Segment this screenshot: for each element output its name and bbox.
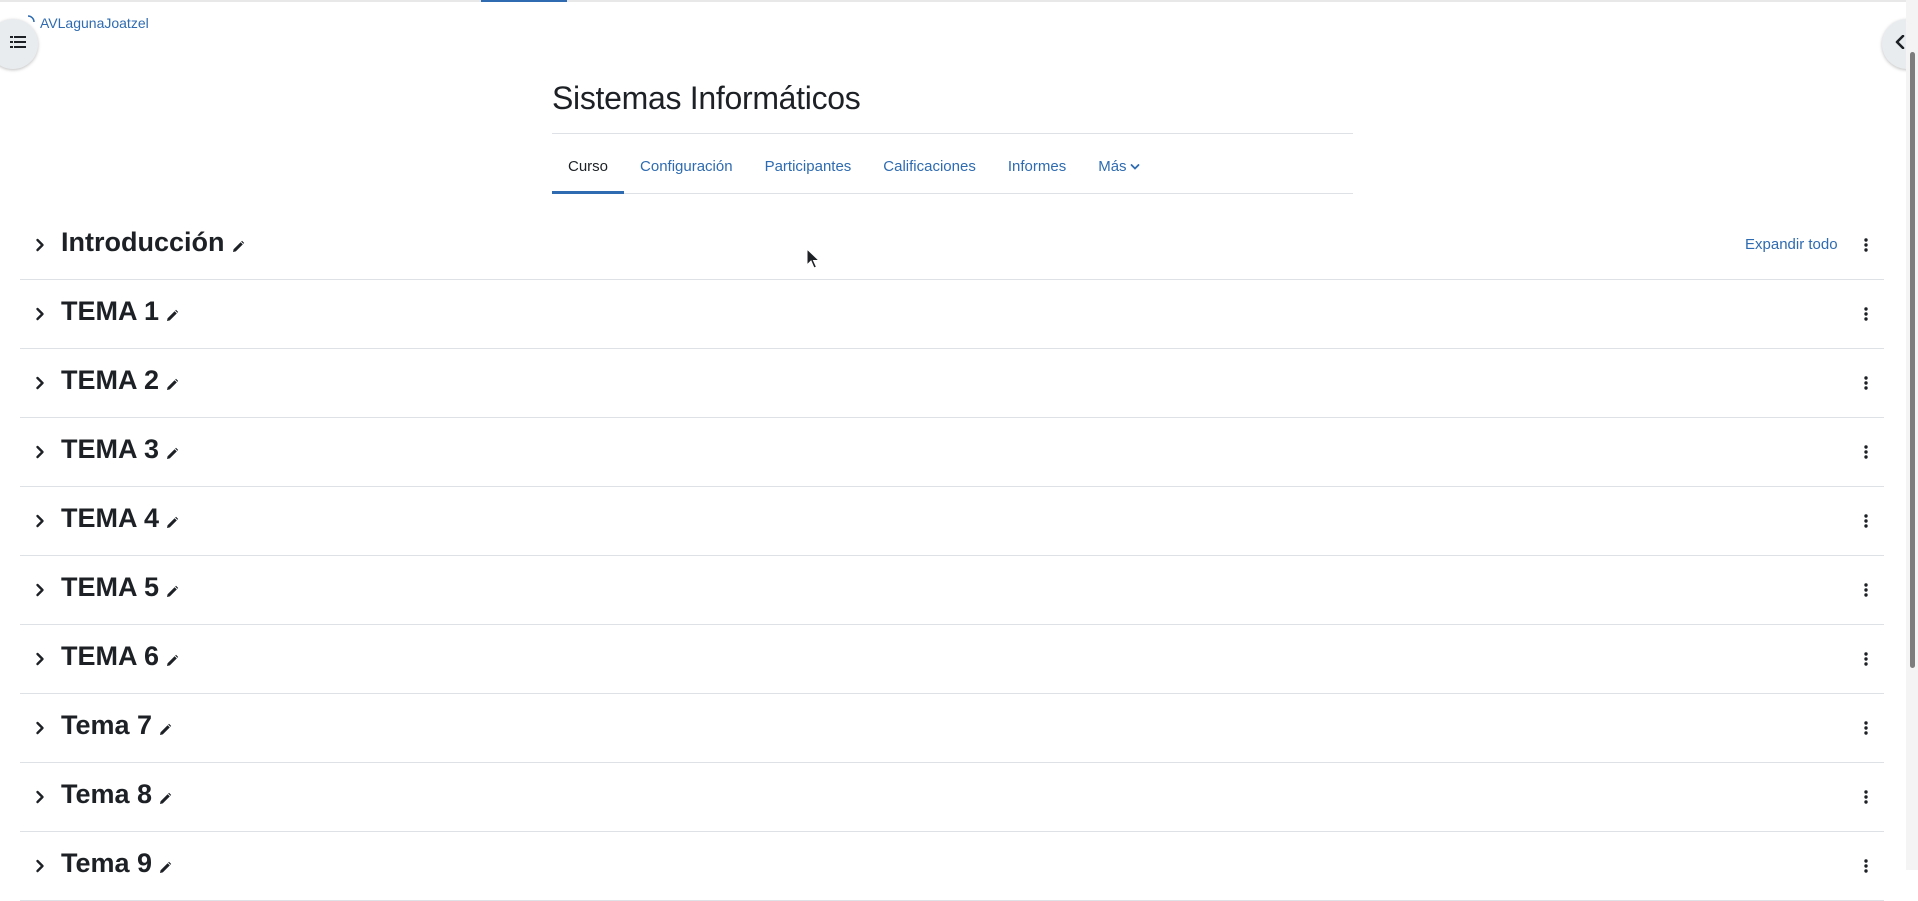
tab-label: Calificaciones [883, 158, 976, 175]
chevron-right-icon[interactable] [30, 787, 50, 807]
section-title-text[interactable]: TEMA 6 [61, 641, 159, 672]
tab-label: Curso [568, 158, 609, 175]
pencil-icon[interactable] [165, 585, 179, 599]
chevron-right-icon[interactable] [30, 580, 50, 600]
section-title-text[interactable]: TEMA 5 [61, 572, 159, 603]
course-section: TEMA 3 [20, 418, 1884, 487]
section-title[interactable]: TEMA 1 [61, 296, 179, 327]
pencil-icon[interactable] [158, 723, 172, 737]
tab-label: Informes [1007, 158, 1067, 175]
course-section: Tema 9 [20, 832, 1884, 901]
chevron-right-icon[interactable] [30, 304, 50, 324]
course-section: TEMA 2 [20, 349, 1884, 418]
site-name-link[interactable]: AVLagunaJoatzel [40, 15, 149, 31]
course-section: TEMA 1 [20, 280, 1884, 349]
chevron-right-icon[interactable] [30, 718, 50, 738]
title-divider [552, 133, 1353, 134]
expand-all-link[interactable]: Expandir todo [1745, 236, 1838, 253]
pencil-icon[interactable] [165, 378, 179, 392]
course-section: TEMA 6 [20, 625, 1884, 694]
section-title[interactable]: Tema 8 [61, 779, 172, 810]
course-section: Tema 7 [20, 694, 1884, 763]
chevron-right-icon[interactable] [30, 511, 50, 531]
brand-logo-icon [20, 14, 36, 33]
site-brand[interactable]: AVLagunaJoatzel [20, 13, 149, 33]
kebab-menu-icon[interactable] [1858, 235, 1874, 255]
section-title[interactable]: Tema 9 [61, 848, 172, 879]
pencil-icon[interactable] [165, 654, 179, 668]
section-title-text[interactable]: TEMA 2 [61, 365, 159, 396]
tab-mas-dropdown[interactable]: Más [1082, 140, 1155, 193]
section-title-text[interactable]: TEMA 4 [61, 503, 159, 534]
kebab-menu-icon[interactable] [1858, 580, 1874, 600]
course-section: Tema 8 [20, 763, 1884, 832]
chevron-left-icon [1894, 34, 1906, 54]
kebab-menu-icon[interactable] [1858, 442, 1874, 462]
tab-curso[interactable]: Curso [552, 140, 625, 194]
section-title-text[interactable]: TEMA 1 [61, 296, 159, 327]
pencil-icon[interactable] [231, 240, 245, 254]
section-title-text[interactable]: Tema 8 [61, 779, 152, 810]
chevron-down-icon [1130, 163, 1140, 171]
chevron-right-icon[interactable] [30, 856, 50, 876]
tab-configuracion[interactable]: Configuración [624, 140, 749, 193]
course-sections-list: Introducción Expandir todo TEMA 1 TEMA 2… [20, 211, 1884, 901]
kebab-menu-icon[interactable] [1858, 304, 1874, 324]
section-title[interactable]: TEMA 4 [61, 503, 179, 534]
course-section: TEMA 5 [20, 556, 1884, 625]
tab-informes[interactable]: Informes [992, 140, 1082, 193]
section-title-text[interactable]: TEMA 3 [61, 434, 159, 465]
chevron-right-icon[interactable] [30, 442, 50, 462]
pencil-icon[interactable] [165, 447, 179, 461]
pencil-icon[interactable] [158, 861, 172, 875]
kebab-menu-icon[interactable] [1858, 511, 1874, 531]
section-title[interactable]: TEMA 3 [61, 434, 179, 465]
chevron-right-icon[interactable] [30, 649, 50, 669]
section-title[interactable]: TEMA 6 [61, 641, 179, 672]
tab-label: Más [1098, 158, 1127, 175]
list-icon [10, 35, 26, 54]
kebab-menu-icon[interactable] [1858, 856, 1874, 876]
scrollbar-thumb[interactable] [1910, 52, 1915, 668]
tab-calificaciones[interactable]: Calificaciones [867, 140, 992, 193]
pencil-icon[interactable] [158, 792, 172, 806]
kebab-menu-icon[interactable] [1858, 787, 1874, 807]
chevron-right-icon[interactable] [30, 235, 50, 255]
course-section: TEMA 4 [20, 487, 1884, 556]
page-title: Sistemas Informáticos [552, 80, 861, 116]
pencil-icon[interactable] [165, 516, 179, 530]
section-title-text[interactable]: Tema 7 [61, 710, 152, 741]
tab-label: Configuración [640, 158, 733, 175]
course-section: Introducción Expandir todo [20, 211, 1884, 280]
pencil-icon[interactable] [165, 309, 179, 323]
top-accent-bar [481, 0, 567, 2]
course-secondary-nav: Curso Configuración Participantes Califi… [552, 140, 1353, 194]
kebab-menu-icon[interactable] [1858, 649, 1874, 669]
top-border [0, 0, 1918, 2]
section-title-text[interactable]: Introducción [61, 227, 225, 258]
kebab-menu-icon[interactable] [1858, 373, 1874, 393]
section-title[interactable]: Introducción [61, 227, 245, 258]
mouse-cursor-icon [806, 247, 821, 275]
tab-participantes[interactable]: Participantes [749, 140, 868, 193]
section-title[interactable]: TEMA 5 [61, 572, 179, 603]
section-title[interactable]: TEMA 2 [61, 365, 179, 396]
section-title[interactable]: Tema 7 [61, 710, 172, 741]
section-title-text[interactable]: Tema 9 [61, 848, 152, 879]
kebab-menu-icon[interactable] [1858, 718, 1874, 738]
chevron-right-icon[interactable] [30, 373, 50, 393]
tab-label: Participantes [764, 158, 852, 175]
